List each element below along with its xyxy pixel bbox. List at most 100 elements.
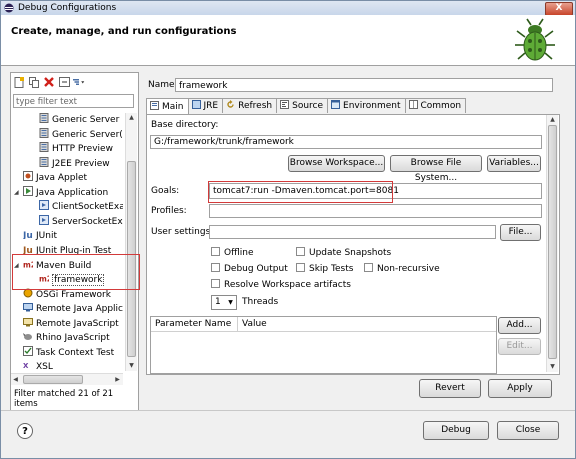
tree-hscroll-thumb[interactable] <box>23 375 83 384</box>
parameters-table[interactable]: Parameter Name Value <box>150 316 497 374</box>
tree-item[interactable]: ServerSocketExan <box>39 214 123 229</box>
tab-refresh[interactable]: Refresh <box>222 98 278 113</box>
tree-item-label: Generic Server <box>52 115 120 125</box>
tab-source[interactable]: Source <box>276 98 329 113</box>
debug-button[interactable]: Debug <box>423 421 489 440</box>
non-recursive-checkbox-box[interactable] <box>364 263 373 272</box>
tab-label: Main <box>162 101 184 112</box>
header-title: Create, manage, and run configurations <box>11 26 237 37</box>
profiles-field[interactable] <box>209 204 542 218</box>
tab-environment[interactable]: Environment <box>327 98 406 113</box>
apply-button[interactable]: Apply <box>488 379 552 398</box>
help-icon[interactable]: ? <box>17 423 33 439</box>
tree-item[interactable]: Remote Java Applic <box>23 302 123 316</box>
dropdown-arrow-icon[interactable]: ▼ <box>226 297 235 308</box>
tree-item[interactable]: Rhino JavaScript <box>23 331 110 345</box>
tree-item-label: JUnit <box>36 231 57 242</box>
junit-icon: Ju <box>23 231 36 241</box>
close-button[interactable]: Close <box>497 421 559 440</box>
osgi-icon <box>23 288 36 300</box>
tree-item[interactable]: J2EE Preview <box>39 156 110 171</box>
debug-output-label: Debug Output <box>224 264 288 274</box>
new-configuration-icon[interactable] <box>13 76 25 88</box>
revert-button[interactable]: Revert <box>419 379 481 398</box>
tree-item[interactable]: ClientSocketExan <box>39 200 123 214</box>
tree-item[interactable]: Generic Server <box>39 113 119 127</box>
threads-select[interactable]: 1 ▼ <box>211 295 237 310</box>
name-field[interactable]: framework <box>175 78 553 92</box>
resolve-workspace-checkbox-box[interactable] <box>211 279 220 288</box>
tree-item-label: Java Application <box>36 187 109 198</box>
tree-item-label: Java Applet <box>36 173 88 184</box>
tree-item[interactable]: ◢ Java Application <box>14 185 109 200</box>
resolve-workspace-label: Resolve Workspace artifacts <box>224 280 351 290</box>
duplicate-configuration-icon[interactable] <box>28 76 40 88</box>
filter-configurations-icon[interactable] <box>73 76 85 88</box>
task-context-icon <box>23 345 36 358</box>
skip-tests-checkbox-box[interactable] <box>296 263 305 272</box>
panel-vertical-scrollbar[interactable]: ▲ ▼ <box>546 115 558 372</box>
tree-item[interactable]: Generic Server(Exter <box>39 127 123 142</box>
skip-tests-checkbox[interactable]: Skip Tests <box>296 263 353 274</box>
variables-button[interactable]: Variables... <box>487 155 541 172</box>
scroll-left-icon[interactable]: ◀ <box>11 375 20 384</box>
tab-jre[interactable]: JRE <box>187 98 224 113</box>
add-parameter-button[interactable]: Add... <box>498 317 541 334</box>
remote-java-icon <box>23 303 36 314</box>
panel-scroll-down-icon[interactable]: ▼ <box>548 362 557 371</box>
delete-configuration-icon[interactable] <box>43 76 55 88</box>
tree-item[interactable]: HTTP Preview <box>39 142 113 156</box>
window-close-button[interactable]: X <box>545 2 573 16</box>
tree-item[interactable]: Ju JUnit <box>23 229 57 243</box>
profiles-label: Profiles: <box>151 206 187 216</box>
update-snapshots-checkbox[interactable]: Update Snapshots <box>296 247 391 258</box>
tree-horizontal-scrollbar[interactable]: ◀ ▶ <box>11 373 123 385</box>
base-directory-field[interactable]: G:/framework/trunk/framework <box>150 135 542 149</box>
skip-tests-label: Skip Tests <box>309 264 354 274</box>
parameter-name-column[interactable]: Parameter Name <box>151 317 238 332</box>
java-class-icon <box>39 200 52 212</box>
tree-item[interactable]: Java Applet <box>23 171 87 185</box>
debug-output-checkbox[interactable]: Debug Output <box>211 263 288 274</box>
tree-vertical-scrollbar[interactable]: ▲ ▼ <box>125 113 137 371</box>
svg-text:Ju: Ju <box>23 231 33 239</box>
main-tab-icon <box>150 100 162 113</box>
update-snapshots-checkbox-box[interactable] <box>296 247 305 256</box>
panel-scroll-thumb[interactable] <box>548 125 557 359</box>
tree-item[interactable]: X XSL <box>23 360 53 373</box>
window-title: Debug Configurations <box>18 3 117 13</box>
browse-file-system-button[interactable]: Browse File System... <box>390 155 482 183</box>
offline-checkbox[interactable]: Offline <box>211 247 254 258</box>
resolve-workspace-checkbox[interactable]: Resolve Workspace artifacts <box>211 279 351 290</box>
tree-expanded-icon[interactable]: ◢ <box>14 186 19 200</box>
filter-status: Filter matched 21 of 21 items <box>14 389 114 409</box>
non-recursive-checkbox[interactable]: Non-recursive <box>364 263 440 274</box>
user-settings-field[interactable] <box>209 225 496 239</box>
threads-value: 1 <box>215 297 221 307</box>
debug-output-checkbox-box[interactable] <box>211 263 220 272</box>
user-settings-label: User settings: <box>151 227 214 237</box>
tree-item[interactable]: Remote JavaScript <box>23 317 119 331</box>
tab-common[interactable]: Common <box>404 98 467 113</box>
file-button[interactable]: File... <box>500 224 541 241</box>
browse-workspace-button[interactable]: Browse Workspace... <box>288 155 385 172</box>
offline-checkbox-box[interactable] <box>211 247 220 256</box>
scroll-up-icon[interactable]: ▲ <box>127 113 136 122</box>
scroll-down-icon[interactable]: ▼ <box>127 361 136 370</box>
tree-item-label: Generic Server(Exter <box>52 129 123 140</box>
tree-item[interactable]: Task Context Test <box>23 345 114 360</box>
environment-icon <box>331 100 343 112</box>
filter-input[interactable]: type filter text <box>13 94 134 108</box>
scroll-right-icon[interactable]: ▶ <box>113 375 122 384</box>
java-applet-icon <box>23 171 36 183</box>
tab-main[interactable]: Main <box>146 98 189 114</box>
offline-label: Offline <box>224 248 254 258</box>
tree-item-label: J2EE Preview <box>52 158 110 169</box>
panel-scroll-up-icon[interactable]: ▲ <box>548 115 557 124</box>
value-column[interactable]: Value <box>238 317 496 332</box>
collapse-all-icon[interactable] <box>58 76 70 88</box>
configuration-list-pane: type filter text Generic Server Generic S… <box>10 72 139 411</box>
server-icon <box>39 156 52 169</box>
non-recursive-label: Non-recursive <box>377 264 440 274</box>
tree-item-label: OSGi Framework <box>36 289 111 300</box>
